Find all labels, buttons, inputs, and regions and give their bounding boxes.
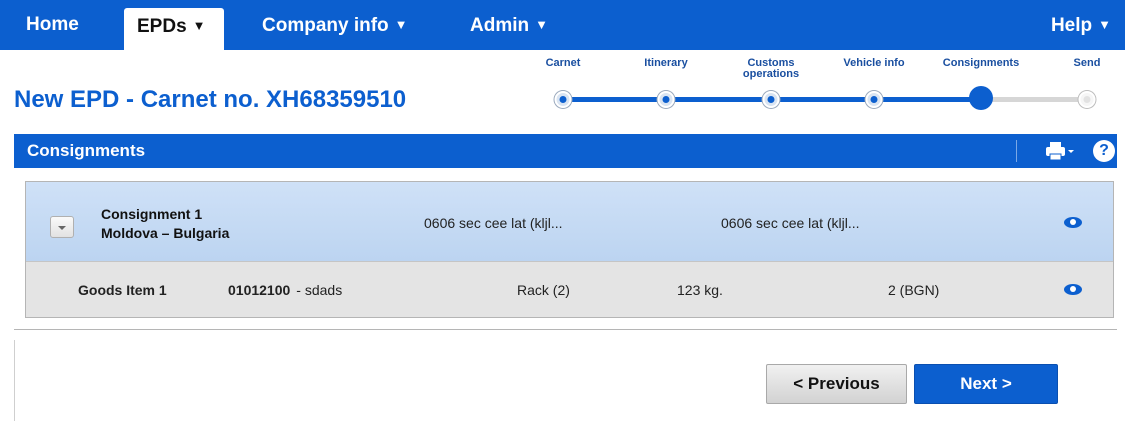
consignment-panel: Consignment 1 Moldova – Bulgaria 0606 se…: [25, 181, 1114, 318]
nav-epds[interactable]: EPDs ▼: [124, 8, 224, 50]
previous-button[interactable]: < Previous: [766, 364, 907, 404]
consignment-receiver: 0606 sec cee lat (kljl...: [721, 215, 860, 231]
nav-home[interactable]: Home: [26, 0, 79, 50]
step-label: Itinerary: [644, 57, 688, 69]
view-eye-icon[interactable]: [1064, 217, 1082, 228]
goods-item-weight: 123 kg.: [677, 282, 723, 298]
stepper-track-segment: [563, 97, 666, 102]
step-dot[interactable]: [762, 91, 780, 108]
goods-item-name: Goods Item 1: [78, 282, 167, 298]
step-label: Carnet: [545, 57, 581, 69]
nav-admin[interactable]: Admin ▼: [470, 0, 548, 50]
section-title: Consignments: [27, 141, 146, 160]
nav-admin-label: Admin: [470, 15, 530, 36]
goods-item-row[interactable]: Goods Item 1 01012100 - sdads Rack (2) 12…: [26, 261, 1113, 317]
stepper-track-segment: [666, 97, 771, 102]
stepper-track-segment: [981, 97, 1087, 102]
next-button[interactable]: Next >: [914, 364, 1058, 404]
step-label: Send: [1073, 57, 1101, 69]
step-dot[interactable]: [865, 91, 883, 108]
goods-code-number: 01012100: [228, 282, 291, 298]
goods-item-code: 01012100 - sdads: [228, 262, 342, 318]
chevron-down-icon: ▼: [1098, 17, 1111, 32]
step-dot[interactable]: [554, 91, 572, 108]
nav-company-label: Company info: [262, 15, 389, 36]
print-icon[interactable]: [1045, 141, 1075, 161]
collapse-toggle-button[interactable]: [50, 216, 74, 238]
step-label: Customs operations: [742, 57, 800, 80]
step-dot[interactable]: [1078, 91, 1096, 108]
nav-epds-label: EPDs: [137, 16, 187, 37]
help-icon[interactable]: ?: [1093, 140, 1115, 162]
stepper-track-segment: [874, 97, 981, 102]
chevron-down-icon: ▼: [535, 17, 548, 32]
goods-item-package: Rack (2): [517, 282, 570, 298]
section-header: Consignments ?: [14, 134, 1117, 168]
header-divider: [1016, 140, 1017, 162]
chevron-down-icon: ▼: [192, 18, 206, 33]
progress-stepper: Carnet Itinerary Customs operations Vehicle …: [0, 50, 1125, 130]
content-border: [14, 340, 15, 421]
step-dot[interactable]: [657, 91, 675, 108]
nav-home-label: Home: [26, 14, 79, 35]
step-label: Vehicle info: [843, 57, 905, 69]
top-navigation: Home EPDs ▼ Company info ▼ Admin ▼ Help ▼: [0, 0, 1125, 50]
step-label: Consignments: [942, 57, 1020, 69]
consignment-name: Consignment 1: [101, 206, 203, 222]
nav-help-label: Help: [1050, 15, 1093, 36]
nav-company-info[interactable]: Company info ▼: [262, 0, 408, 50]
view-eye-icon[interactable]: [1064, 284, 1082, 295]
consignment-row[interactable]: Consignment 1 Moldova – Bulgaria 0606 se…: [26, 182, 1113, 261]
consignment-sender: 0606 sec cee lat (kljl...: [424, 215, 563, 231]
stepper-track-segment: [771, 97, 874, 102]
goods-item-value: 2 (BGN): [888, 282, 940, 298]
consignment-route: Moldova – Bulgaria: [101, 225, 230, 241]
step-dot[interactable]: [969, 86, 993, 110]
goods-code-description: - sdads: [296, 282, 343, 298]
separator-line: [14, 329, 1117, 330]
chevron-down-icon: ▼: [394, 17, 408, 32]
nav-help[interactable]: Help ▼: [1051, 0, 1111, 50]
